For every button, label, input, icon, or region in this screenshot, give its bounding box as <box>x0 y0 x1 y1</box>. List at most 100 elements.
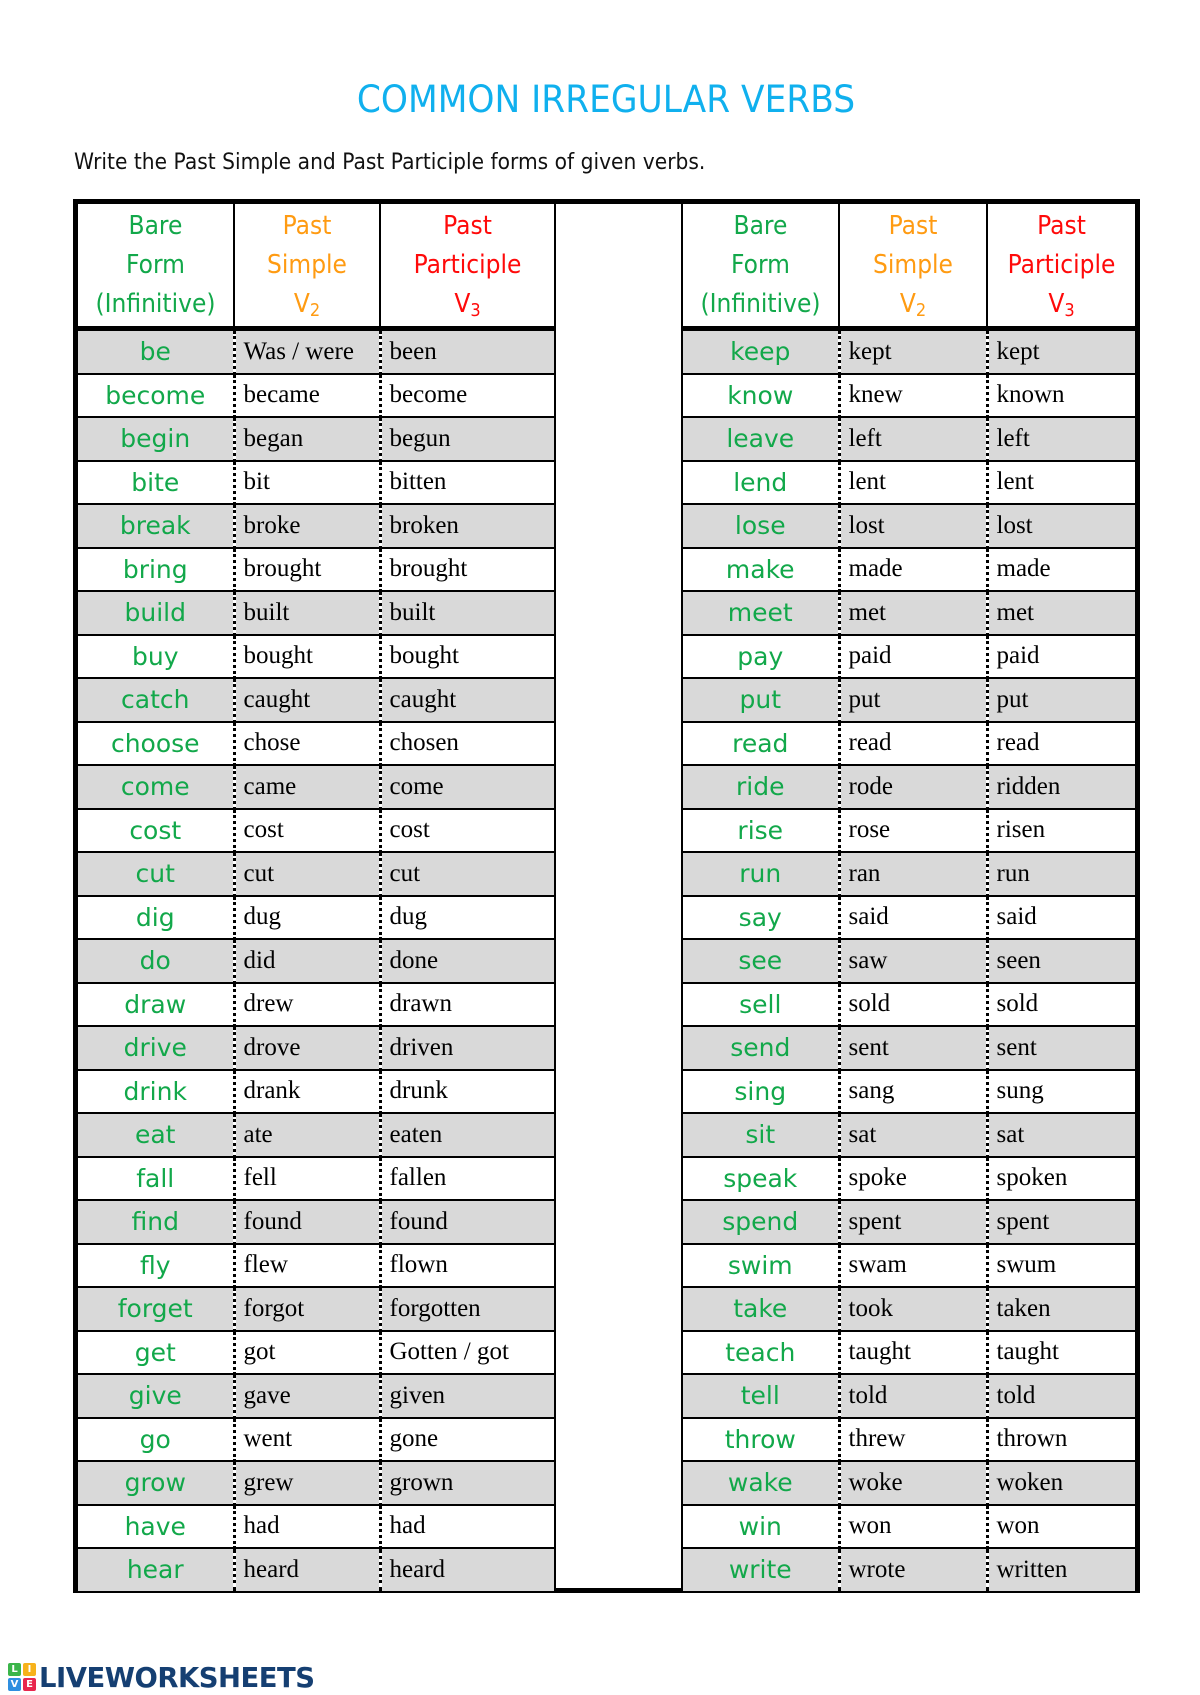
header-line: Form <box>126 249 185 280</box>
past-simple-cell: came <box>234 764 382 809</box>
header-line: Simple <box>873 249 953 280</box>
base-form-cell: say <box>683 894 841 939</box>
base-form-cell: meet <box>683 590 841 635</box>
verb-row: tell told told <box>683 1373 1135 1418</box>
base-form-cell: drink <box>78 1068 236 1113</box>
liveworksheets-logo[interactable]: LIVE LIVEWORKSHEETS <box>8 1660 320 1694</box>
verb-row: ride rode ridden <box>683 764 1135 809</box>
header-v-label: V <box>293 288 310 319</box>
verb-row: rise rose risen <box>683 807 1135 852</box>
header-line: Simple <box>267 249 347 280</box>
verb-row: hear heard heard <box>78 1547 554 1591</box>
past-participle-cell: grown <box>380 1460 554 1505</box>
past-participle-cell: broken <box>380 503 554 548</box>
past-simple-cell: flew <box>234 1242 382 1287</box>
past-simple-cell: put <box>839 677 989 722</box>
verb-row: drink drank drunk <box>78 1068 554 1113</box>
verb-row: fall fell fallen <box>78 1155 554 1200</box>
header-line: Bare <box>733 210 788 241</box>
base-form-cell: throw <box>683 1416 841 1461</box>
header-line: Participle <box>1007 249 1116 280</box>
past-participle-cell: bitten <box>380 459 554 504</box>
verb-row: sell sold sold <box>683 981 1135 1026</box>
base-form-cell: become <box>78 372 236 417</box>
base-form-cell: sell <box>683 981 841 1026</box>
live-blocks-icon: LIVE <box>8 1663 36 1691</box>
past-participle-cell: seen <box>987 938 1135 983</box>
past-simple-cell: read <box>839 720 989 765</box>
past-participle-cell: dug <box>380 894 554 939</box>
past-simple-cell: sold <box>839 981 989 1026</box>
past-simple-cell: woke <box>839 1460 989 1505</box>
past-simple-cell: fell <box>234 1155 382 1200</box>
past-simple-cell: gave <box>234 1373 382 1418</box>
header-line: (Infinitive) <box>95 288 216 319</box>
base-form-cell: choose <box>78 720 236 765</box>
logo-block: V <box>8 1678 21 1691</box>
verb-row: see saw seen <box>683 938 1135 983</box>
verb-row: lend lent lent <box>683 459 1135 504</box>
header-line: V3 <box>390 285 546 324</box>
base-form-cell: teach <box>683 1329 841 1374</box>
base-form-cell: swim <box>683 1242 841 1287</box>
verb-row: have had had <box>78 1503 554 1548</box>
verb-row: become became become <box>78 372 554 417</box>
base-form-cell: put <box>683 677 841 722</box>
past-participle-cell: built <box>380 590 554 635</box>
verb-row: keep kept kept <box>683 328 1135 374</box>
past-simple-cell: forgot <box>234 1286 382 1331</box>
past-simple-cell: sent <box>839 1025 989 1070</box>
base-form-cell: sing <box>683 1068 841 1113</box>
header-v-label: V <box>454 288 471 319</box>
past-participle-cell: eaten <box>380 1112 554 1157</box>
verb-row: bring brought brought <box>78 546 554 591</box>
base-form-cell: take <box>683 1286 841 1331</box>
past-simple-cell: rode <box>839 764 989 809</box>
base-form-cell: give <box>78 1373 236 1418</box>
verb-row: break broke broken <box>78 503 554 548</box>
past-simple-cell: drew <box>234 981 382 1026</box>
header-line: Past <box>443 210 492 241</box>
verb-row: take took taken <box>683 1286 1135 1331</box>
base-form-cell: know <box>683 372 841 417</box>
past-participle-cell: sat <box>987 1112 1135 1157</box>
verb-row: dig dug dug <box>78 894 554 939</box>
past-participle-cell: forgotten <box>380 1286 554 1331</box>
past-simple-cell: became <box>234 372 382 417</box>
header-line: V2 <box>847 285 978 324</box>
past-simple-cell: found <box>234 1199 382 1244</box>
past-participle-cell: left <box>987 416 1135 461</box>
base-form-cell: make <box>683 546 841 591</box>
past-participle-cell: had <box>380 1503 554 1548</box>
past-participle-cell: put <box>987 677 1135 722</box>
past-simple-cell: taught <box>839 1329 989 1374</box>
past-participle-cell: drawn <box>380 981 554 1026</box>
base-form-cell: cost <box>78 807 236 852</box>
past-participle-cell: drunk <box>380 1068 554 1113</box>
past-participle-cell: run <box>987 851 1135 896</box>
header-v-label: V <box>1048 288 1065 319</box>
past-simple-cell: paid <box>839 633 989 678</box>
past-simple-cell: made <box>839 546 989 591</box>
logo-block: L <box>8 1663 21 1676</box>
base-form-cell: run <box>683 851 841 896</box>
base-form-cell: send <box>683 1025 841 1070</box>
verb-row: read read read <box>683 720 1135 765</box>
past-simple-cell: ate <box>234 1112 382 1157</box>
header-line: Bare <box>128 210 183 241</box>
verb-row: cost cost cost <box>78 807 554 852</box>
past-participle-cell: cut <box>380 851 554 896</box>
header-bare-form: Bare Form (Infinitive) <box>683 204 840 331</box>
past-participle-cell: risen <box>987 807 1135 852</box>
verb-row: leave left left <box>683 416 1135 461</box>
past-participle-cell: done <box>380 938 554 983</box>
past-simple-cell: wrote <box>839 1547 989 1591</box>
base-form-cell: draw <box>78 981 236 1026</box>
past-simple-cell: told <box>839 1373 989 1418</box>
past-simple-cell: caught <box>234 677 382 722</box>
verb-row: forget forgot forgotten <box>78 1286 554 1331</box>
past-participle-cell: taught <box>987 1329 1135 1374</box>
verb-row: put put put <box>683 677 1135 722</box>
past-simple-cell: said <box>839 894 989 939</box>
base-form-cell: hear <box>78 1547 236 1591</box>
